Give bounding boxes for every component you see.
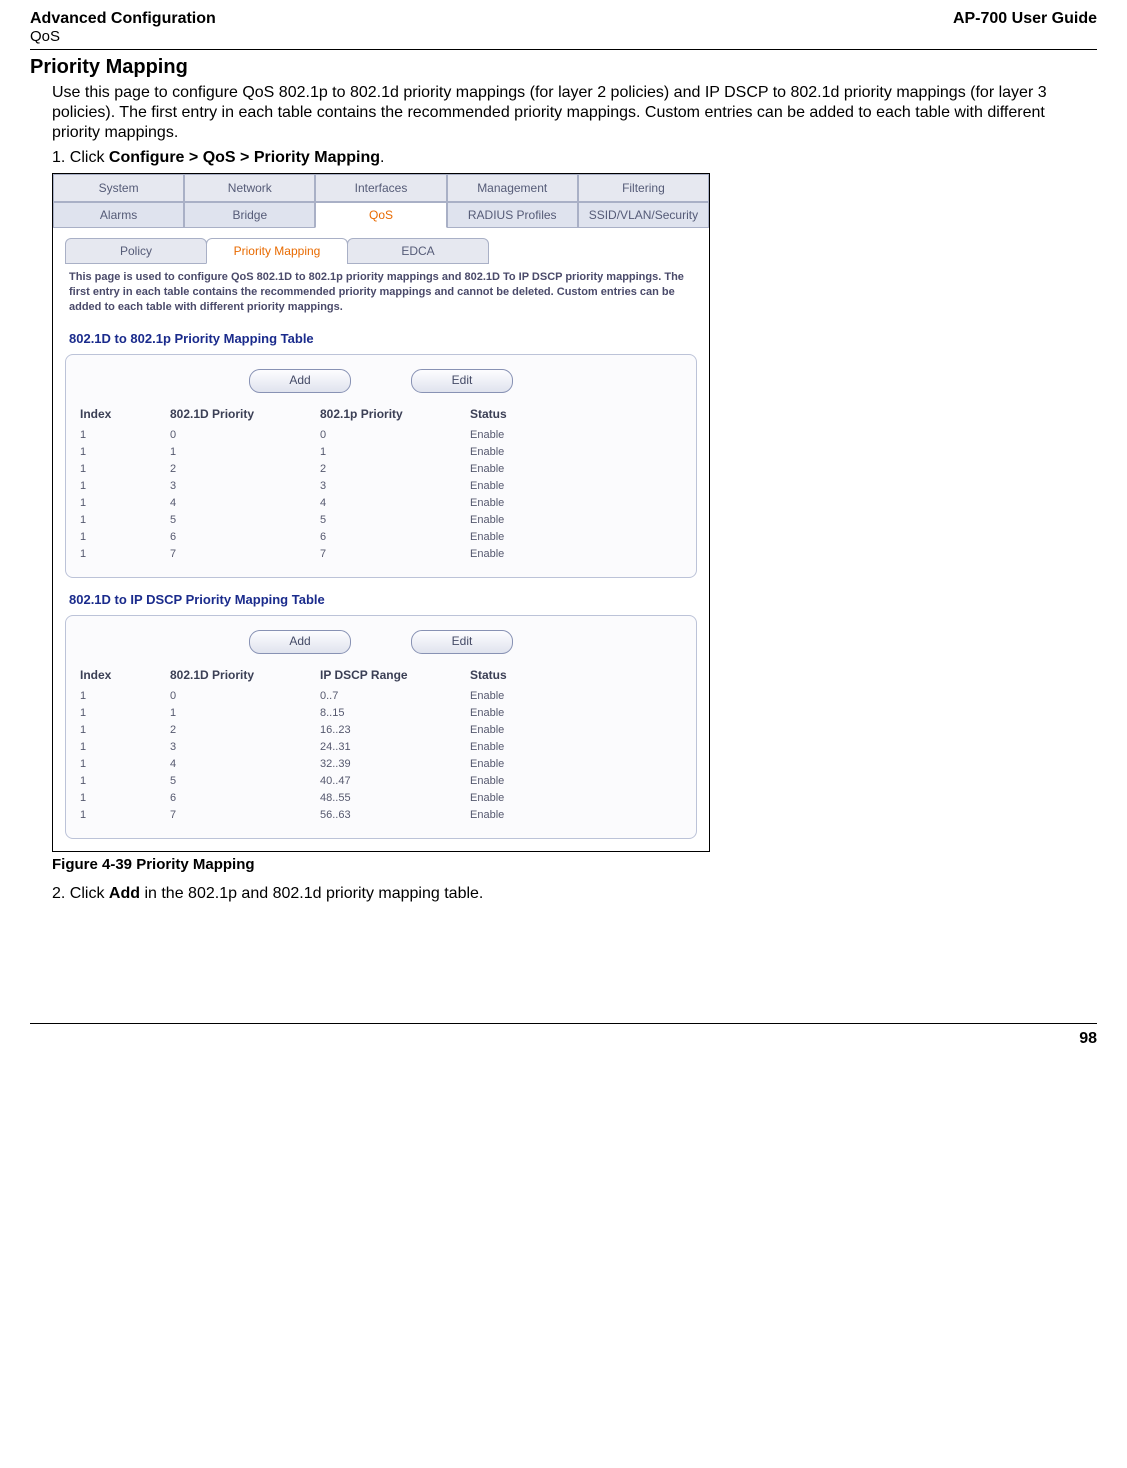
page-footer: 98 bbox=[30, 1023, 1097, 1048]
page-header: Advanced Configuration QoS AP-700 User G… bbox=[30, 10, 1097, 50]
t1h-status: Status bbox=[470, 407, 620, 421]
main-tabs-row2: Alarms Bridge QoS RADIUS Profiles SSID/V… bbox=[53, 202, 709, 228]
t1h-1p: 802.1p Priority bbox=[320, 407, 470, 421]
t1h-1d: 802.1D Priority bbox=[170, 407, 320, 421]
page-description: This page is used to configure QoS 802.1… bbox=[69, 270, 693, 315]
header-right: AP-700 User Guide bbox=[953, 10, 1097, 45]
table-row: 118..15Enable bbox=[80, 705, 682, 722]
tab-qos[interactable]: QoS bbox=[315, 202, 446, 228]
step2-prefix: 2. Click bbox=[52, 885, 109, 902]
tab-content: Policy Priority Mapping EDCA This page i… bbox=[53, 228, 709, 851]
table-row: 100Enable bbox=[80, 427, 682, 444]
tab-filtering[interactable]: Filtering bbox=[578, 174, 709, 202]
table-row: 1432..39Enable bbox=[80, 756, 682, 773]
table-row: 177Enable bbox=[80, 546, 682, 563]
main-tabs-row1: System Network Interfaces Management Fil… bbox=[53, 174, 709, 202]
header-subtitle: QoS bbox=[30, 28, 216, 45]
table-row: 1540..47Enable bbox=[80, 773, 682, 790]
t2h-index: Index bbox=[80, 668, 170, 682]
table2-add-button[interactable]: Add bbox=[249, 630, 351, 654]
table-row: 111Enable bbox=[80, 444, 682, 461]
t2h-status: Status bbox=[470, 668, 620, 682]
t2h-1d: 802.1D Priority bbox=[170, 668, 320, 682]
section-heading: Priority Mapping bbox=[30, 56, 1097, 79]
screenshot: System Network Interfaces Management Fil… bbox=[52, 173, 710, 852]
step2-suffix: in the 802.1p and 802.1d priority mappin… bbox=[140, 885, 483, 902]
step1-path: Configure > QoS > Priority Mapping bbox=[109, 149, 380, 166]
step1-prefix: 1. Click bbox=[52, 149, 109, 166]
header-left: Advanced Configuration QoS bbox=[30, 10, 216, 45]
step-1: 1. Click Configure > QoS > Priority Mapp… bbox=[52, 149, 1097, 167]
table-row: 1216..23Enable bbox=[80, 722, 682, 739]
tab-bridge[interactable]: Bridge bbox=[184, 202, 315, 228]
table-row: 155Enable bbox=[80, 512, 682, 529]
tab-alarms[interactable]: Alarms bbox=[53, 202, 184, 228]
table1-panel: Add Edit Index 802.1D Priority 802.1p Pr… bbox=[65, 354, 697, 578]
t1h-index: Index bbox=[80, 407, 170, 421]
figure-caption: Figure 4-39 Priority Mapping bbox=[52, 856, 1097, 873]
table1-header: Index 802.1D Priority 802.1p Priority St… bbox=[80, 407, 682, 421]
step1-suffix: . bbox=[380, 149, 384, 166]
t2h-dscp: IP DSCP Range bbox=[320, 668, 470, 682]
header-title: Advanced Configuration bbox=[30, 10, 216, 28]
tab-management[interactable]: Management bbox=[447, 174, 578, 202]
sub-tabs: Policy Priority Mapping EDCA bbox=[65, 238, 697, 264]
table-row: 1324..31Enable bbox=[80, 739, 682, 756]
table-row: 1756..63Enable bbox=[80, 807, 682, 824]
table-row: 133Enable bbox=[80, 478, 682, 495]
table-row: 1648..55Enable bbox=[80, 790, 682, 807]
table1-buttons: Add Edit bbox=[80, 369, 682, 393]
table2-edit-button[interactable]: Edit bbox=[411, 630, 513, 654]
tab-radius[interactable]: RADIUS Profiles bbox=[447, 202, 578, 228]
table-row: 144Enable bbox=[80, 495, 682, 512]
page-number: 98 bbox=[1079, 1030, 1097, 1047]
table-row: 122Enable bbox=[80, 461, 682, 478]
subtab-edca[interactable]: EDCA bbox=[347, 238, 489, 264]
tab-system[interactable]: System bbox=[53, 174, 184, 202]
table1-edit-button[interactable]: Edit bbox=[411, 369, 513, 393]
table2-panel: Add Edit Index 802.1D Priority IP DSCP R… bbox=[65, 615, 697, 839]
table1-title: 802.1D to 802.1p Priority Mapping Table bbox=[69, 331, 697, 346]
table2-buttons: Add Edit bbox=[80, 630, 682, 654]
tab-interfaces[interactable]: Interfaces bbox=[315, 174, 446, 202]
table1-add-button[interactable]: Add bbox=[249, 369, 351, 393]
subtab-policy[interactable]: Policy bbox=[65, 238, 207, 264]
table-row: 100..7Enable bbox=[80, 688, 682, 705]
subtab-priority-mapping[interactable]: Priority Mapping bbox=[206, 238, 348, 264]
table2-header: Index 802.1D Priority IP DSCP Range Stat… bbox=[80, 668, 682, 682]
table-row: 166Enable bbox=[80, 529, 682, 546]
intro-paragraph: Use this page to configure QoS 802.1p to… bbox=[52, 83, 1097, 143]
step-2: 2. Click Add in the 802.1p and 802.1d pr… bbox=[52, 885, 1097, 903]
step2-bold: Add bbox=[109, 885, 140, 902]
table2-title: 802.1D to IP DSCP Priority Mapping Table bbox=[69, 592, 697, 607]
tab-ssid[interactable]: SSID/VLAN/Security bbox=[578, 202, 709, 228]
tab-network[interactable]: Network bbox=[184, 174, 315, 202]
